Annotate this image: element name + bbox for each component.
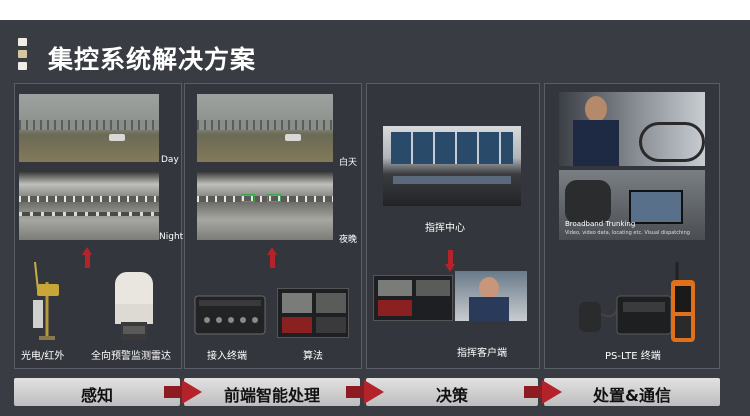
command-center-label: 指挥中心 bbox=[425, 223, 465, 234]
eo-ir-camera-icon bbox=[33, 261, 59, 340]
operator-photo bbox=[455, 271, 527, 321]
title-marker-3 bbox=[18, 62, 27, 70]
camera-label: 光电/红外 bbox=[21, 351, 65, 362]
page-title: 集控系统解决方案 bbox=[48, 45, 257, 74]
slide: 集控系统解决方案 Day Night 光电/红外 全向预警监测雷达 白天 夜晚 … bbox=[0, 0, 750, 416]
title-marker-1 bbox=[18, 38, 27, 46]
edge-day-image bbox=[197, 94, 333, 162]
stage-bar-perception: 感知 bbox=[14, 378, 180, 406]
stage-label-edge: 前端智能处理 bbox=[223, 386, 320, 405]
night-caption: Night bbox=[159, 232, 184, 242]
flow-arrow-icon bbox=[542, 380, 562, 404]
stage-label-decision: 决策 bbox=[435, 386, 468, 405]
day-caption: Day bbox=[161, 155, 179, 165]
up-arrow-icon bbox=[82, 247, 92, 255]
panel-decision: 指挥中心 指挥客户端 bbox=[366, 83, 540, 369]
stage-label-dispatch: 处置&通信 bbox=[593, 386, 671, 405]
stage-bar-edge: 前端智能处理 bbox=[184, 378, 360, 406]
night-thermal-image bbox=[19, 172, 159, 240]
edge-night-caption: 夜晚 bbox=[339, 235, 358, 245]
radar-label: 全向预警监测雷达 bbox=[91, 351, 171, 362]
client-screen bbox=[373, 275, 453, 321]
edge-day-caption: 白天 bbox=[339, 158, 358, 168]
stage-bar-dispatch: 处置&通信 bbox=[544, 378, 720, 406]
command-center-image bbox=[383, 126, 521, 206]
pslte-handset-icon bbox=[671, 262, 695, 342]
radar-icon bbox=[115, 272, 153, 340]
flow-arrow-icon bbox=[364, 380, 384, 404]
panel-dispatch: Broadband Trunking Video, video data, lo… bbox=[544, 83, 720, 369]
trunking-overlay-sub: Video, video data, locating etc. Visual … bbox=[565, 230, 690, 236]
arrow-shaft bbox=[85, 254, 90, 268]
up-arrow-icon bbox=[267, 247, 277, 255]
access-terminal-icon bbox=[194, 295, 266, 335]
panel-perception: Day Night 光电/红外 全向预警监测雷达 bbox=[14, 83, 184, 369]
trunking-image: Broadband Trunking Video, video data, lo… bbox=[559, 170, 705, 240]
radio-handset-icon bbox=[579, 295, 672, 335]
down-arrow-icon bbox=[445, 264, 455, 272]
flow-arrow-icon bbox=[182, 380, 202, 404]
arrow-shaft bbox=[270, 254, 275, 268]
algorithm-screen bbox=[277, 288, 349, 338]
day-camera-image bbox=[19, 94, 159, 162]
terminal-label: 接入终端 bbox=[207, 351, 247, 362]
algorithm-label: 算法 bbox=[303, 351, 323, 362]
client-label: 指挥客户端 bbox=[457, 348, 507, 359]
pslte-label: PS-LTE 终端 bbox=[605, 351, 661, 362]
edge-night-image bbox=[197, 172, 333, 240]
stage-bar-decision: 决策 bbox=[366, 378, 538, 406]
panel-edge-processing: 白天 夜晚 接入终端 算法 bbox=[184, 83, 362, 369]
title-marker-2 bbox=[18, 50, 27, 58]
arrow-shaft bbox=[448, 250, 453, 264]
trunking-overlay: Broadband Trunking bbox=[565, 220, 636, 228]
stage-label-perception: 感知 bbox=[80, 386, 113, 405]
top-strip bbox=[0, 0, 750, 20]
officer-radio-image bbox=[559, 92, 705, 166]
